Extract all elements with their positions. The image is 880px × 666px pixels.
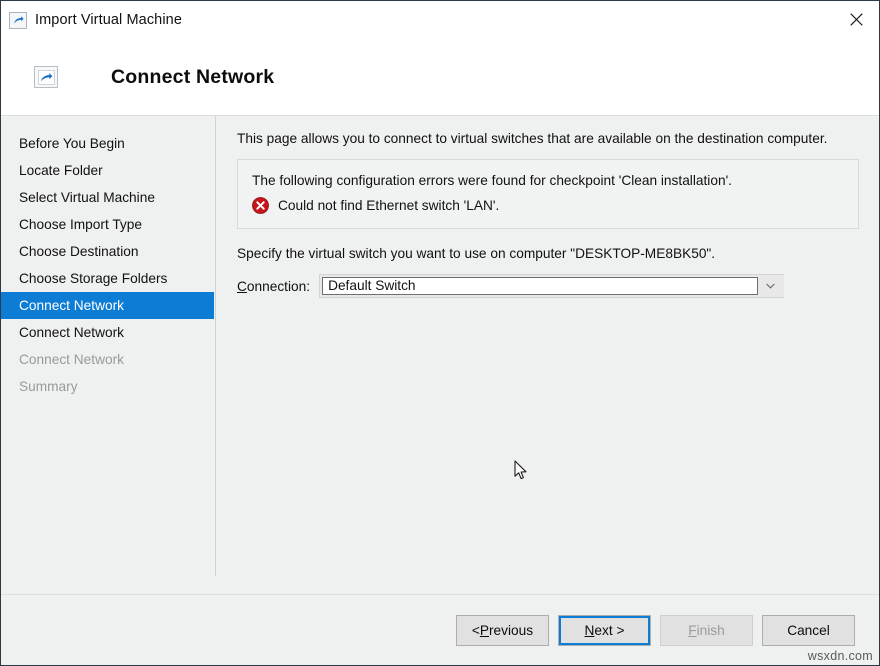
sidebar-item-summary: Summary — [1, 373, 215, 400]
sidebar-item-choose-storage-folders[interactable]: Choose Storage Folders — [1, 265, 215, 292]
error-icon — [252, 197, 269, 214]
close-icon — [850, 13, 863, 26]
sidebar-item-before-you-begin[interactable]: Before You Begin — [1, 130, 215, 157]
page-header: Connect Network — [1, 39, 879, 115]
finish-button-accel: F — [688, 623, 696, 638]
sidebar-item-select-virtual-machine[interactable]: Select Virtual Machine — [1, 184, 215, 211]
dialog-body: Before You Begin Locate Folder Select Vi… — [1, 115, 879, 594]
watermark: wsxdn.com — [808, 649, 873, 663]
connection-dropdown[interactable]: Default Switch — [319, 274, 784, 298]
intro-text: This page allows you to connect to virtu… — [237, 130, 859, 148]
next-button-accel: N — [585, 623, 595, 638]
connection-row: Connection: Default Switch — [237, 274, 859, 298]
error-message: Could not find Ethernet switch 'LAN'. — [278, 197, 499, 214]
cancel-button[interactable]: Cancel — [762, 615, 855, 646]
next-button[interactable]: Next > — [558, 615, 651, 646]
next-button-suffix: ext > — [594, 623, 624, 638]
connection-label-accel: C — [237, 279, 247, 294]
import-vm-icon — [9, 12, 27, 29]
configuration-errors-panel: The following configuration errors were … — [237, 159, 859, 229]
sidebar-item-choose-import-type[interactable]: Choose Import Type — [1, 211, 215, 238]
page-title: Connect Network — [111, 66, 274, 89]
previous-button-accel: P — [480, 623, 489, 638]
finish-button-suffix: inish — [697, 623, 725, 638]
connection-label-rest: onnection: — [247, 279, 310, 294]
connection-label: Connection: — [237, 279, 310, 294]
window-title: Import Virtual Machine — [35, 12, 182, 28]
sidebar-item-connect-network-selected[interactable]: Connect Network — [1, 292, 214, 319]
dialog-footer: < Previous Next > Finish Cancel wsxdn.co… — [1, 594, 879, 665]
chevron-down-icon[interactable] — [758, 277, 782, 295]
cancel-button-label: Cancel — [787, 623, 830, 638]
close-button[interactable] — [833, 1, 879, 37]
page-content: This page allows you to connect to virtu… — [216, 116, 879, 594]
sidebar-item-connect-network-3: Connect Network — [1, 346, 215, 373]
import-virtual-machine-dialog: Import Virtual Machine Connect Network B… — [0, 0, 880, 666]
specify-switch-text: Specify the virtual switch you want to u… — [237, 245, 859, 263]
wizard-steps-sidebar: Before You Begin Locate Folder Select Vi… — [1, 116, 216, 594]
finish-button: Finish — [660, 615, 753, 646]
connection-value[interactable]: Default Switch — [322, 277, 758, 295]
error-row: Could not find Ethernet switch 'LAN'. — [252, 197, 844, 214]
sidebar-item-choose-destination[interactable]: Choose Destination — [1, 238, 215, 265]
sidebar-item-connect-network-2[interactable]: Connect Network — [1, 319, 215, 346]
error-headline: The following configuration errors were … — [252, 172, 844, 190]
previous-button-prefix: < — [472, 623, 480, 638]
title-bar: Import Virtual Machine — [1, 1, 879, 39]
previous-button[interactable]: < Previous — [456, 615, 549, 646]
sidebar-item-locate-folder[interactable]: Locate Folder — [1, 157, 215, 184]
import-vm-icon — [34, 66, 58, 88]
previous-button-suffix: revious — [489, 623, 533, 638]
